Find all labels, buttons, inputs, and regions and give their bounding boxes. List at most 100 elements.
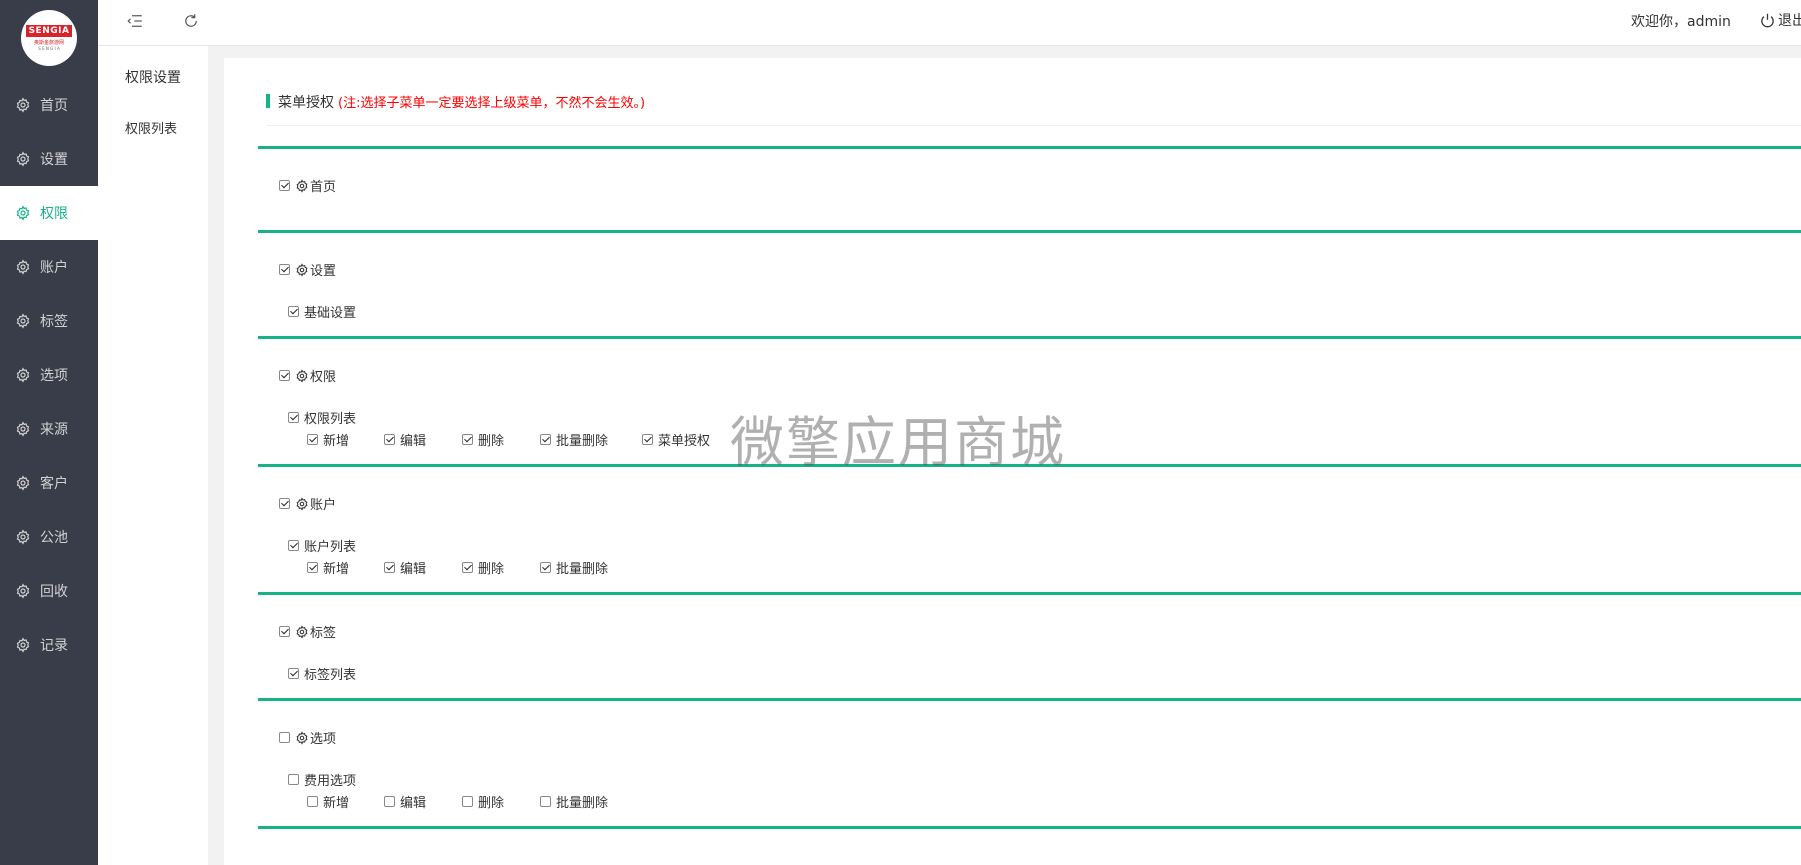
checkbox[interactable]: [462, 434, 473, 445]
sidebar-item-7[interactable]: 客户: [0, 456, 98, 510]
checkbox-label: 编辑: [400, 796, 427, 811]
perm-child-1[interactable]: 基础设置: [288, 302, 356, 321]
logout-button[interactable]: 退出: [1759, 10, 1801, 30]
gear-icon: [295, 368, 309, 383]
sidebar-item-9[interactable]: 回收: [0, 564, 98, 618]
group-divider-4: [258, 592, 1801, 595]
perm-action-2-1[interactable]: 编辑: [384, 430, 426, 449]
gear-icon: [295, 624, 309, 639]
perm-child-4[interactable]: 标签列表: [288, 664, 356, 683]
logout-label: 退出: [1778, 13, 1801, 29]
checkbox[interactable]: [307, 562, 318, 573]
perm-action-3-1[interactable]: 编辑: [384, 558, 426, 577]
checkbox[interactable]: [540, 434, 551, 445]
checkbox[interactable]: [642, 434, 653, 445]
gear-icon: [15, 259, 31, 275]
checkbox[interactable]: [307, 796, 318, 807]
subnav-permission-list[interactable]: 权限列表: [98, 102, 208, 152]
sidebar-item-label: 标签: [40, 314, 68, 330]
checkbox[interactable]: [288, 540, 299, 551]
title-accent-bar: [266, 94, 270, 108]
sidebar-item-5[interactable]: 选项: [0, 348, 98, 402]
checkbox-label: 编辑: [400, 434, 427, 449]
checkbox-label: 费用选项: [304, 774, 357, 789]
checkbox[interactable]: [279, 264, 290, 275]
section-title-text: 菜单授权: [278, 95, 334, 111]
sidebar-item-label: 公池: [40, 530, 68, 546]
checkbox[interactable]: [288, 668, 299, 679]
checkbox[interactable]: [384, 434, 395, 445]
sidebar-item-4[interactable]: 标签: [0, 294, 98, 348]
perm-action-3-0[interactable]: 新增: [307, 558, 349, 577]
checkbox[interactable]: [384, 796, 395, 807]
checkbox[interactable]: [462, 796, 473, 807]
perm-action-2-0[interactable]: 新增: [307, 430, 349, 449]
gear-icon: [15, 205, 31, 221]
sidebar-item-label: 权限: [40, 206, 68, 222]
perm-action-3-3[interactable]: 批量删除: [540, 558, 608, 577]
checkbox-label: 删除: [478, 796, 505, 811]
perm-action-2-2[interactable]: 删除: [462, 430, 504, 449]
sidebar-item-label: 账户: [40, 260, 68, 276]
perm-action-2-3[interactable]: 批量删除: [540, 430, 608, 449]
perm-action-2-4[interactable]: 菜单授权: [642, 430, 710, 449]
indent-icon[interactable]: [125, 11, 145, 31]
subnav-permission-settings[interactable]: 权限设置: [98, 52, 208, 102]
checkbox[interactable]: [540, 562, 551, 573]
power-icon: [1761, 13, 1774, 27]
perm-child-2[interactable]: 权限列表: [288, 408, 356, 427]
sidebar-item-8[interactable]: 公池: [0, 510, 98, 564]
checkbox[interactable]: [279, 732, 290, 743]
checkbox[interactable]: [462, 562, 473, 573]
gear-icon: [295, 496, 309, 511]
gear-icon: [15, 637, 31, 653]
perm-child-5[interactable]: 费用选项: [288, 770, 356, 789]
checkbox-label: 批量删除: [556, 796, 609, 811]
checkbox[interactable]: [288, 774, 299, 785]
perm-group-3[interactable]: 账户: [279, 494, 336, 513]
sidebar-item-1[interactable]: 设置: [0, 132, 98, 186]
perm-group-1[interactable]: 设置: [279, 260, 336, 279]
checkbox[interactable]: [288, 412, 299, 423]
checkbox-label: 删除: [478, 562, 505, 577]
checkbox-label: 账户: [310, 498, 337, 513]
group-divider-6: [258, 826, 1801, 829]
perm-group-2[interactable]: 权限: [279, 366, 336, 385]
logo-line1: 奥斯金旅游网: [33, 40, 64, 46]
logo: SENGIA 奥斯金旅游网 S E N G I A: [0, 0, 98, 76]
perm-group-5[interactable]: 选项: [279, 728, 336, 747]
checkbox[interactable]: [279, 498, 290, 509]
checkbox[interactable]: [540, 796, 551, 807]
perm-action-5-3[interactable]: 批量删除: [540, 792, 608, 811]
perm-child-3[interactable]: 账户列表: [288, 536, 356, 555]
perm-group-0[interactable]: 首页: [279, 176, 336, 195]
gear-icon: [15, 583, 31, 599]
checkbox[interactable]: [288, 306, 299, 317]
sidebar-item-3[interactable]: 账户: [0, 240, 98, 294]
perm-group-4[interactable]: 标签: [279, 622, 336, 641]
sidebar-item-2[interactable]: 权限: [0, 186, 98, 240]
gear-icon: [15, 529, 31, 545]
sidebar-item-label: 首页: [40, 98, 68, 114]
perm-action-3-2[interactable]: 删除: [462, 558, 504, 577]
sidebar-item-10[interactable]: 记录: [0, 618, 98, 672]
checkbox[interactable]: [384, 562, 395, 573]
sidebar-item-0[interactable]: 首页: [0, 78, 98, 132]
checkbox[interactable]: [307, 434, 318, 445]
checkbox[interactable]: [279, 370, 290, 381]
sidebar-item-6[interactable]: 来源: [0, 402, 98, 456]
group-divider-1: [258, 230, 1801, 233]
gear-icon: [15, 367, 31, 383]
perm-action-5-2[interactable]: 删除: [462, 792, 504, 811]
gear-icon: [295, 178, 309, 193]
group-divider-0: [258, 146, 1801, 149]
checkbox-label: 账户列表: [304, 540, 357, 555]
refresh-icon[interactable]: [181, 11, 201, 31]
checkbox-label: 权限: [310, 370, 337, 385]
checkbox[interactable]: [279, 180, 290, 191]
checkbox[interactable]: [279, 626, 290, 637]
welcome-text: 欢迎你，admin: [1631, 14, 1731, 30]
perm-action-5-1[interactable]: 编辑: [384, 792, 426, 811]
checkbox-label: 基础设置: [304, 306, 357, 321]
perm-action-5-0[interactable]: 新增: [307, 792, 349, 811]
